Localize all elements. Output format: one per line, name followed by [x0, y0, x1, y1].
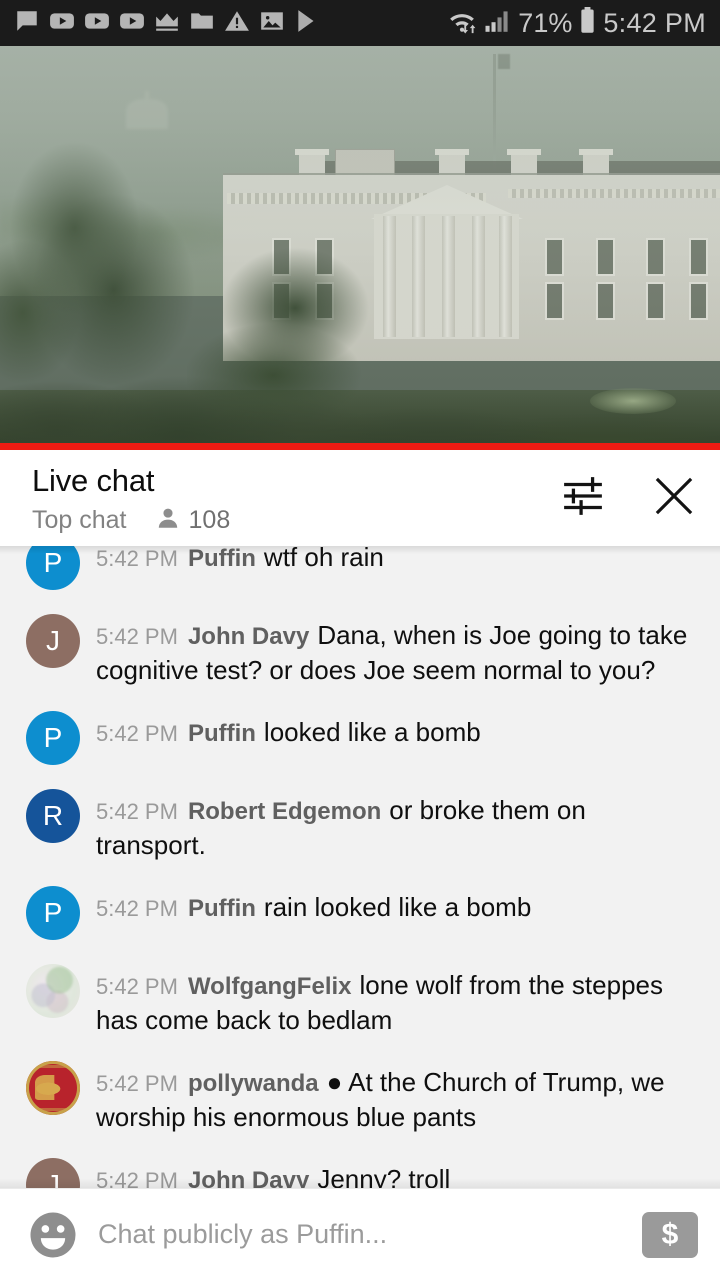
- chat-message[interactable]: P 5:42 PM Puffin wtf oh rain: [0, 546, 720, 590]
- youtube-icon: [49, 8, 75, 39]
- message-author[interactable]: WolfgangFelix: [188, 973, 352, 1000]
- message-text: lone wolf from the steppes has come back…: [96, 969, 663, 1035]
- message-text: Jenny? troll: [317, 1163, 451, 1188]
- message-timestamp: 5:42 PM: [96, 624, 178, 649]
- person-icon: [155, 505, 181, 536]
- message-author[interactable]: Robert Edgemon: [188, 798, 381, 825]
- avatar-letter: P: [43, 721, 63, 753]
- message-author[interactable]: Puffin: [188, 546, 256, 572]
- video-progress-bar[interactable]: [0, 443, 720, 450]
- avatar[interactable]: P: [26, 546, 80, 590]
- chat-message-body: 5:42 PM Puffin looked like a bomb: [96, 711, 698, 765]
- emoji-smiley-icon[interactable]: [26, 1208, 80, 1262]
- message-author[interactable]: pollywanda: [188, 1070, 319, 1097]
- avatar[interactable]: P: [26, 885, 80, 940]
- avatar-letter: P: [43, 547, 63, 578]
- cellular-signal-icon: [484, 9, 511, 38]
- chat-bubble-icon: [14, 8, 40, 39]
- superchat-button[interactable]: $: [642, 1211, 698, 1258]
- chat-mode-label[interactable]: Top chat: [32, 506, 127, 535]
- message-text: Dana, when is Joe going to take cognitiv…: [96, 620, 688, 685]
- avatar-letter: P: [43, 896, 63, 928]
- status-bar-notification-icons: [14, 8, 320, 39]
- warning-triangle-icon: [224, 8, 250, 39]
- avatar-letter: J: [46, 625, 60, 656]
- message-text: wtf oh rain: [263, 546, 384, 572]
- chat-message-body: 5:42 PM Puffin wtf oh rain: [96, 546, 698, 590]
- message-timestamp: 5:42 PM: [96, 1070, 178, 1096]
- avatar[interactable]: R: [26, 788, 80, 843]
- chat-message[interactable]: 5:42 PM pollywanda ● At the Church of Trum…: [0, 1060, 720, 1134]
- play-store-icon: [294, 8, 320, 39]
- message-text: ● At the Church of Trump, we worship his…: [96, 1066, 665, 1132]
- live-chat-header: Live chat Top chat 108: [0, 450, 720, 546]
- chat-message[interactable]: 5:42 PM WolfgangFelix lone wolf from the s…: [0, 963, 720, 1037]
- chat-header-texts: Live chat Top chat 108: [32, 463, 560, 536]
- chat-settings-sliders-icon[interactable]: [560, 473, 606, 519]
- chat-input-bar: $: [0, 1188, 720, 1280]
- avatar[interactable]: J: [26, 614, 80, 668]
- message-timestamp: 5:42 PM: [96, 973, 178, 999]
- status-bar-clock: 5:42 PM: [603, 7, 706, 38]
- chat-title: Live chat: [32, 463, 155, 498]
- message-timestamp: 5:42 PM: [96, 1167, 178, 1188]
- image-icon: [259, 8, 285, 39]
- chat-message[interactable]: P 5:42 PM Puffin looked like a bomb: [0, 710, 720, 765]
- live-chat-message-list[interactable]: P 5:42 PM Puffin wtf oh rain J 5:42 PM John…: [0, 546, 720, 1188]
- message-timestamp: 5:42 PM: [96, 546, 178, 571]
- message-text: rain looked like a bomb: [263, 891, 532, 922]
- dollar-sign-icon: $: [661, 1217, 679, 1251]
- chat-message[interactable]: P 5:42 PM Puffin rain looked like a bomb: [0, 885, 720, 940]
- chat-message-body: 5:42 PM John Davy Jenny? troll: [96, 1158, 698, 1188]
- chat-input[interactable]: [80, 1204, 642, 1265]
- chat-message-body: 5:42 PM pollywanda ● At the Church of Trum…: [96, 1061, 698, 1134]
- chat-subheader[interactable]: Top chat 108: [32, 505, 560, 536]
- message-author[interactable]: Puffin: [188, 895, 256, 922]
- chat-message-body: 5:42 PM WolfgangFelix lone wolf from the s…: [96, 964, 698, 1037]
- chat-message[interactable]: J 5:42 PM John Davy Jenny? troll: [0, 1157, 720, 1188]
- chat-message-body: 5:42 PM John Davy Dana, when is Joe going …: [96, 614, 698, 687]
- message-author[interactable]: John Davy: [188, 623, 309, 650]
- message-timestamp: 5:42 PM: [96, 895, 178, 921]
- avatar[interactable]: [26, 963, 80, 1018]
- chat-message-body: 5:42 PM Puffin rain looked like a bomb: [96, 886, 698, 940]
- battery-percent-label: 71%: [518, 7, 573, 38]
- chat-message[interactable]: J 5:42 PM John Davy Dana, when is Joe goin…: [0, 614, 720, 687]
- chat-message-body: 5:42 PM Robert Edgemon or broke them on tr…: [96, 789, 698, 862]
- message-author[interactable]: John Davy: [188, 1167, 309, 1188]
- status-bar: 71% 5:42 PM: [0, 0, 720, 46]
- youtube-icon: [84, 8, 110, 39]
- chat-header-actions: [560, 464, 698, 520]
- avatar[interactable]: [26, 1060, 80, 1115]
- avatar[interactable]: J: [26, 1157, 80, 1188]
- wifi-transfer-icon: [447, 7, 477, 40]
- avatar[interactable]: P: [26, 710, 80, 765]
- avatar-letter: J: [46, 1168, 60, 1188]
- rain-haze-overlay: [0, 46, 720, 450]
- phone-screen: 71% 5:42 PM Live chat Top chat 108 P 5:4…: [0, 0, 720, 1280]
- crown-icon: [154, 8, 180, 39]
- status-bar-system-icons: 71% 5:42 PM: [447, 7, 706, 40]
- youtube-icon: [119, 8, 145, 39]
- message-timestamp: 5:42 PM: [96, 720, 178, 746]
- video-player[interactable]: [0, 46, 720, 450]
- battery-icon: [579, 7, 596, 39]
- folder-icon: [189, 8, 215, 39]
- message-timestamp: 5:42 PM: [96, 798, 178, 824]
- close-x-icon[interactable]: [650, 472, 698, 520]
- message-text: looked like a bomb: [263, 716, 481, 747]
- avatar-letter: R: [42, 799, 64, 831]
- viewer-count: 108: [188, 505, 231, 534]
- chat-message[interactable]: R 5:42 PM Robert Edgemon or broke them on …: [0, 788, 720, 862]
- message-author[interactable]: Puffin: [188, 720, 256, 747]
- video-frame: [0, 46, 720, 450]
